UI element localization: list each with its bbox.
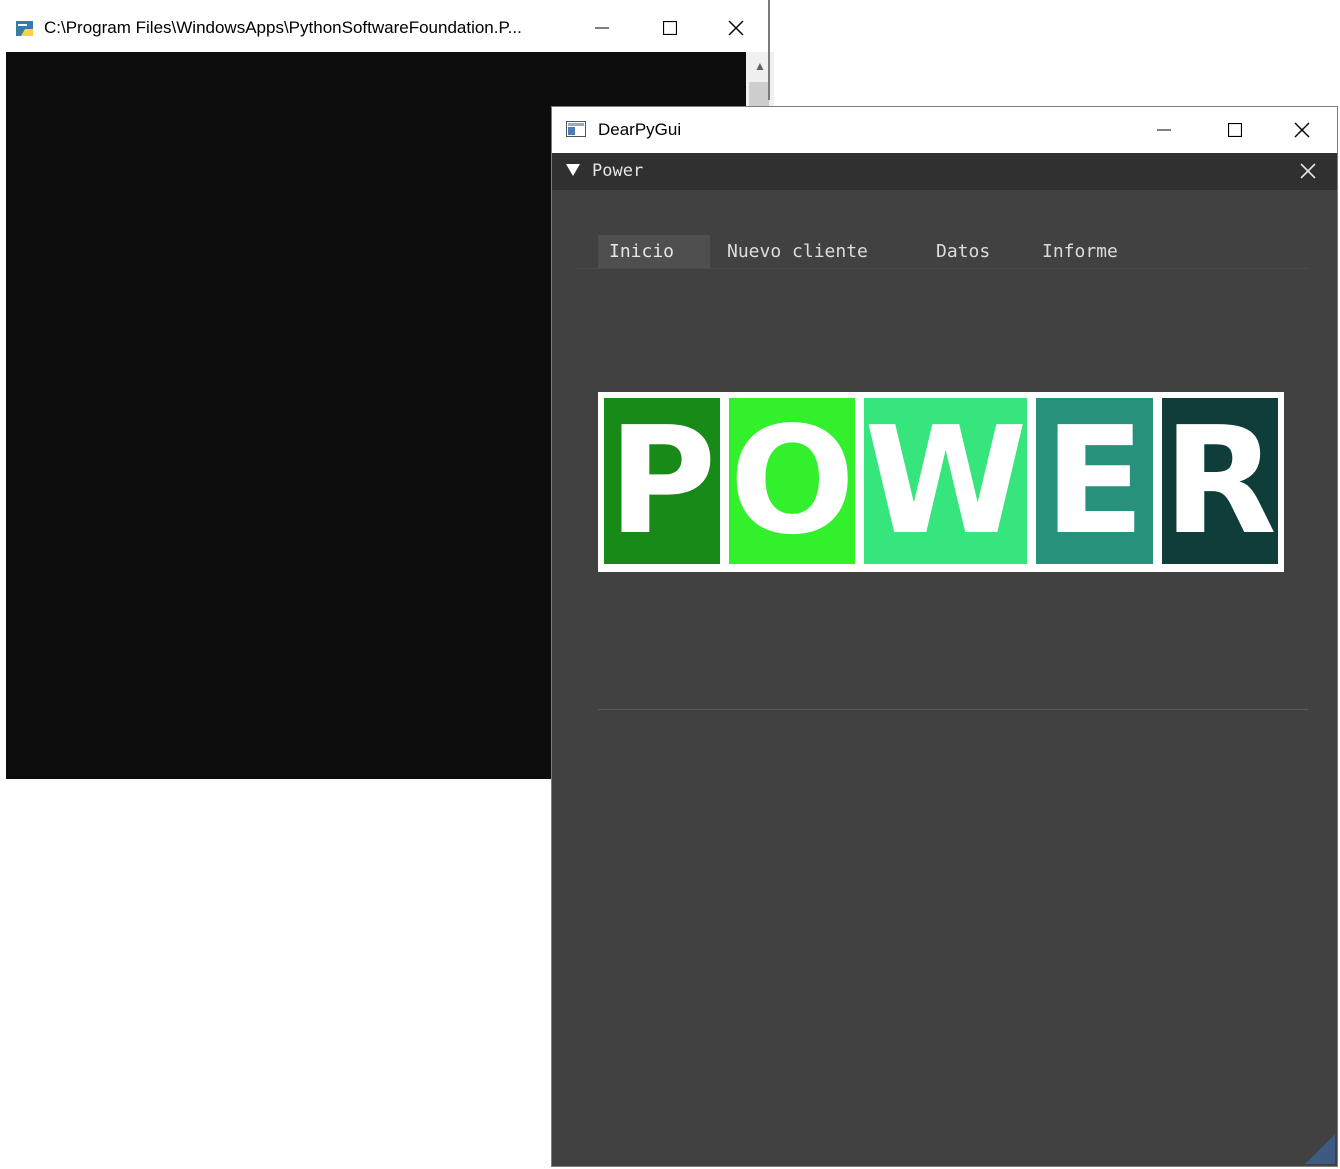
- maximize-button[interactable]: [642, 6, 698, 50]
- tab-label: Informe: [1042, 241, 1118, 262]
- logo-letter-r: R: [1161, 395, 1279, 567]
- logo-letter-o: O: [729, 395, 856, 567]
- window-border: [768, 0, 770, 100]
- minimize-button[interactable]: [574, 6, 630, 50]
- dearpygui-titlebar[interactable]: DearPyGui: [552, 107, 1337, 153]
- close-icon: [728, 20, 744, 36]
- app-window-icon: [566, 121, 586, 137]
- dearpygui-viewport: Power Inicio Nuevo cliente Datos Informe…: [552, 153, 1337, 1166]
- tab-label: Inicio: [609, 241, 675, 262]
- power-window-titlebar[interactable]: Power: [552, 153, 1337, 190]
- close-button[interactable]: [1274, 108, 1330, 152]
- close-icon: [1294, 122, 1310, 138]
- dearpygui-window: DearPyGui Power Inicio Nuevo cliente Dat…: [551, 106, 1338, 1167]
- collapse-arrow-icon[interactable]: [566, 163, 580, 177]
- maximize-icon: [1228, 123, 1242, 137]
- tab-datos[interactable]: Datos: [925, 235, 1001, 269]
- python-icon: [16, 21, 33, 36]
- console-titlebar[interactable]: C:\Program Files\WindowsApps\PythonSoftw…: [6, 6, 774, 50]
- tab-bar: Inicio Nuevo cliente Datos Informe: [576, 235, 1308, 269]
- logo-letter-e: E: [1036, 398, 1153, 564]
- tab-label: Nuevo cliente: [727, 241, 868, 262]
- power-window-title: Power: [592, 161, 644, 181]
- window-title: DearPyGui: [598, 120, 682, 139]
- separator: [598, 709, 1308, 710]
- tab-label: Datos: [936, 241, 991, 262]
- logo-letter-w: W: [864, 395, 1028, 567]
- tab-informe[interactable]: Informe: [1031, 235, 1129, 269]
- tab-nuevo-cliente[interactable]: Nuevo cliente: [716, 235, 879, 269]
- power-logo: P O W E R: [598, 392, 1284, 572]
- tab-bar-underline: [576, 268, 1308, 269]
- maximize-button[interactable]: [1207, 108, 1263, 152]
- power-close-button[interactable]: [1296, 159, 1320, 183]
- resize-grip[interactable]: [1305, 1134, 1335, 1164]
- minimize-button[interactable]: [1136, 108, 1192, 152]
- maximize-icon: [663, 21, 677, 35]
- minimize-icon: [1157, 129, 1171, 131]
- close-icon: [1300, 163, 1316, 179]
- close-button[interactable]: [708, 6, 764, 50]
- minimize-icon: [595, 27, 609, 29]
- console-title: C:\Program Files\WindowsApps\PythonSoftw…: [44, 18, 522, 37]
- tab-inicio[interactable]: Inicio: [598, 235, 710, 269]
- logo-letter-p: P: [604, 398, 721, 564]
